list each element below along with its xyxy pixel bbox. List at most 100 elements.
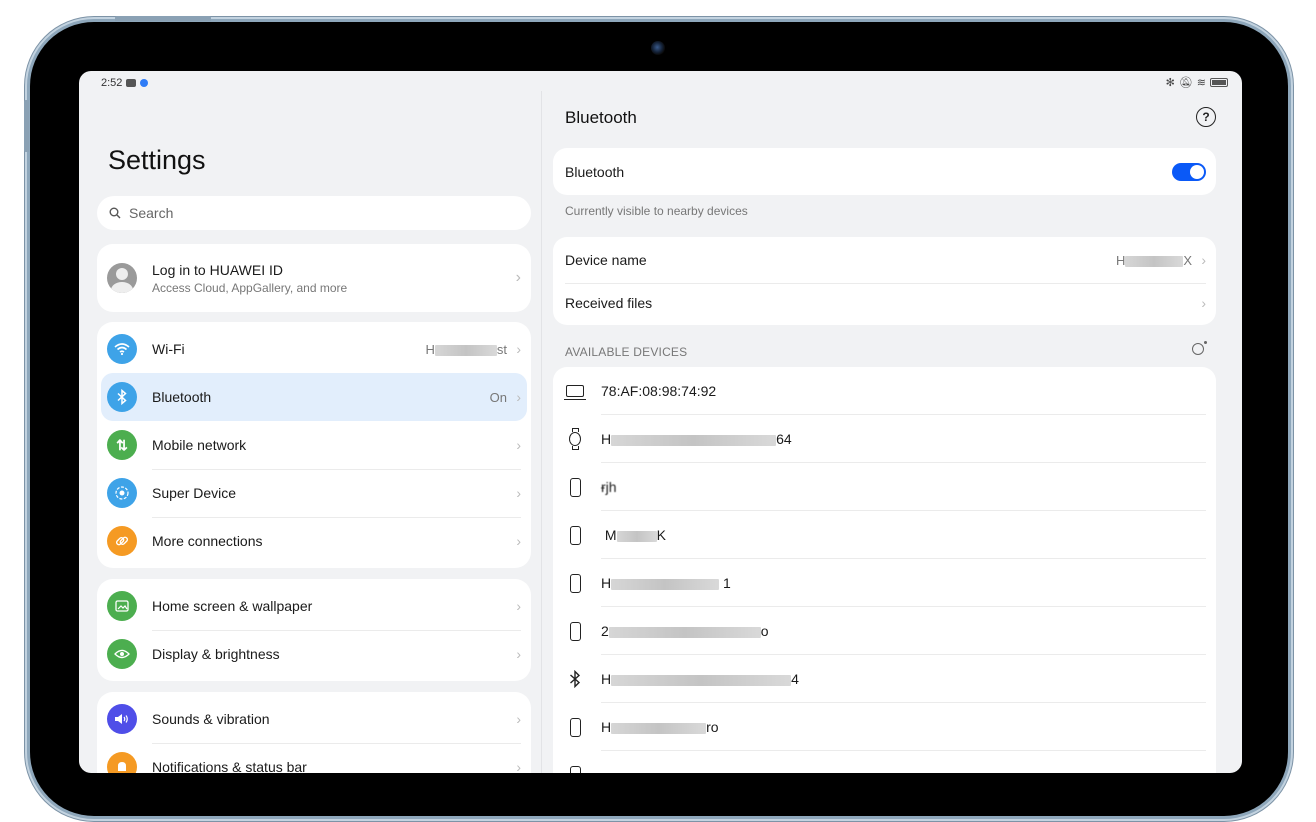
bluetooth-detail-pane: Bluetooth ? Bluetooth Currently visible …: [553, 71, 1216, 773]
wifi-icon: [107, 334, 137, 364]
divider: [152, 469, 521, 470]
device-list-item[interactable]: ɍjh: [553, 463, 1216, 511]
sidebar-item-label: Sounds & vibration: [152, 711, 270, 727]
device-list-item[interactable]: H 1: [553, 559, 1216, 607]
received-files-row[interactable]: Received files ›: [553, 283, 1216, 323]
settings-sidebar: Settings Search Log in to HUAWEI ID Acce…: [79, 71, 541, 773]
device-list-item[interactable]: 78:AF:08:98:74:92: [553, 367, 1216, 415]
sidebar-item-more-connections[interactable]: More connections ›: [97, 517, 531, 565]
sidebar-item-sounds[interactable]: Sounds & vibration ›: [97, 695, 531, 743]
sidebar-item-bluetooth[interactable]: Bluetooth On ›: [101, 373, 527, 421]
sidebar-item-label: Bluetooth: [152, 389, 212, 405]
bell-icon: [107, 752, 137, 773]
sidebar-item-label: Wi-Fi: [152, 341, 185, 357]
login-subtitle: Access Cloud, AppGallery, and more: [152, 280, 348, 295]
device-name-row[interactable]: Device name HX ›: [553, 237, 1216, 283]
power-button: [115, 16, 211, 21]
chevron-right-icon: ›: [1201, 252, 1206, 268]
visibility-note: Currently visible to nearby devices: [565, 204, 748, 218]
device-name: H 1: [601, 575, 731, 591]
device-list-item[interactable]: MK: [553, 511, 1216, 559]
device-list-item[interactable]: Hro: [553, 703, 1216, 751]
device-name-label: Device name: [565, 252, 647, 268]
phone-icon: [569, 573, 581, 593]
sidebar-item-notifications[interactable]: Notifications & status bar ›: [97, 743, 531, 773]
search-input[interactable]: Search: [97, 196, 531, 230]
device-name-value: HX: [1115, 252, 1192, 268]
chevron-right-icon: ›: [516, 598, 521, 614]
pane-divider: [541, 91, 542, 773]
login-title: Log in to HUAWEI ID: [152, 261, 283, 278]
phone-icon: [569, 621, 581, 641]
divider: [152, 630, 521, 631]
chevron-right-icon: ›: [516, 389, 521, 405]
bluetooth-toggle-card: Bluetooth: [553, 148, 1216, 195]
divider: [152, 743, 521, 744]
connectivity-group: Wi-Fi Hst › Bluetooth On › ⇅ Mobile netw…: [97, 322, 531, 568]
screen: 2:52 ✻ 🔕︎ ≋ Settings Search Log in to HU…: [79, 71, 1242, 773]
chevron-right-icon: ›: [516, 646, 521, 662]
device-list-item[interactable]: H 64: [553, 415, 1216, 463]
sidebar-item-label: Display & brightness: [152, 646, 280, 662]
front-camera: [651, 41, 665, 55]
device-name: H 64: [601, 431, 792, 447]
sidebar-item-home-screen[interactable]: Home screen & wallpaper ›: [97, 582, 531, 630]
device-info-card: Device name HX › Received files ›: [553, 237, 1216, 325]
wifi-network-name: Hst: [425, 341, 507, 357]
watch-icon: [569, 428, 581, 450]
avatar-icon: [107, 263, 137, 293]
chevron-right-icon: ›: [516, 711, 521, 727]
bluetooth-toggle-switch[interactable]: [1172, 162, 1206, 181]
laptop-icon: [564, 385, 586, 400]
help-icon[interactable]: ?: [1196, 107, 1216, 127]
bluetooth-device-icon: [565, 670, 585, 688]
phone-icon: [569, 765, 581, 773]
chevron-right-icon: ›: [516, 485, 521, 501]
sidebar-item-label: Notifications & status bar: [152, 759, 307, 773]
page-title: Settings: [108, 145, 206, 175]
speaker-icon: [107, 704, 137, 734]
chevron-right-icon: ›: [516, 437, 521, 453]
available-devices-header: AVAILABLE DEVICES: [565, 345, 688, 359]
sidebar-item-mobile-network[interactable]: ⇅ Mobile network ›: [97, 421, 531, 469]
sidebar-item-label: Mobile network: [152, 437, 247, 453]
sidebar-item-label: Super Device: [152, 485, 237, 501]
sidebar-item-label: Home screen & wallpaper: [152, 598, 313, 614]
account-card[interactable]: Log in to HUAWEI ID Access Cloud, AppGal…: [97, 244, 531, 312]
chevron-right-icon: ›: [1201, 295, 1206, 311]
mobile-data-icon: ⇅: [107, 430, 137, 460]
chevron-right-icon: ›: [515, 269, 521, 286]
link-icon: [107, 526, 137, 556]
sound-group: Sounds & vibration › Notifications & sta…: [97, 692, 531, 773]
search-icon: [109, 207, 121, 219]
search-placeholder: Search: [129, 205, 174, 221]
scanning-refresh-icon[interactable]: [1192, 341, 1207, 355]
device-name: MK: [604, 527, 666, 543]
bluetooth-toggle-row[interactable]: Bluetooth: [553, 148, 1216, 195]
sidebar-item-wifi[interactable]: Wi-Fi Hst ›: [97, 325, 531, 373]
divider: [565, 283, 1206, 284]
bluetooth-state: On: [489, 389, 507, 405]
huawei-id-login[interactable]: Log in to HUAWEI ID Access Cloud, AppGal…: [97, 244, 531, 312]
phone-icon: [569, 717, 581, 737]
device-name: H4: [601, 671, 799, 687]
volume-button: [24, 100, 29, 152]
phone-icon: [569, 525, 581, 545]
device-list-item[interactable]: [553, 751, 1216, 773]
bluetooth-toggle-label: Bluetooth: [565, 163, 625, 180]
display-group: Home screen & wallpaper › Display & brig…: [97, 579, 531, 681]
chevron-right-icon: ›: [516, 533, 521, 549]
device-name: ɍjh: [601, 479, 617, 495]
device-name: 78:AF:08:98:74:92: [601, 383, 717, 399]
sidebar-item-super-device[interactable]: Super Device ›: [97, 469, 531, 517]
divider: [152, 517, 521, 518]
phone-icon: [569, 477, 581, 497]
eye-icon: [107, 639, 137, 669]
sidebar-item-label: More connections: [152, 533, 263, 549]
available-devices-list: 78:AF:08:98:74:92 H 64 ɍjh MK H 1 2 o H …: [553, 367, 1216, 773]
wallpaper-icon: [107, 591, 137, 621]
chevron-right-icon: ›: [516, 341, 521, 357]
device-list-item[interactable]: 2o: [553, 607, 1216, 655]
sidebar-item-display[interactable]: Display & brightness ›: [97, 630, 531, 678]
device-list-item[interactable]: H4: [553, 655, 1216, 703]
